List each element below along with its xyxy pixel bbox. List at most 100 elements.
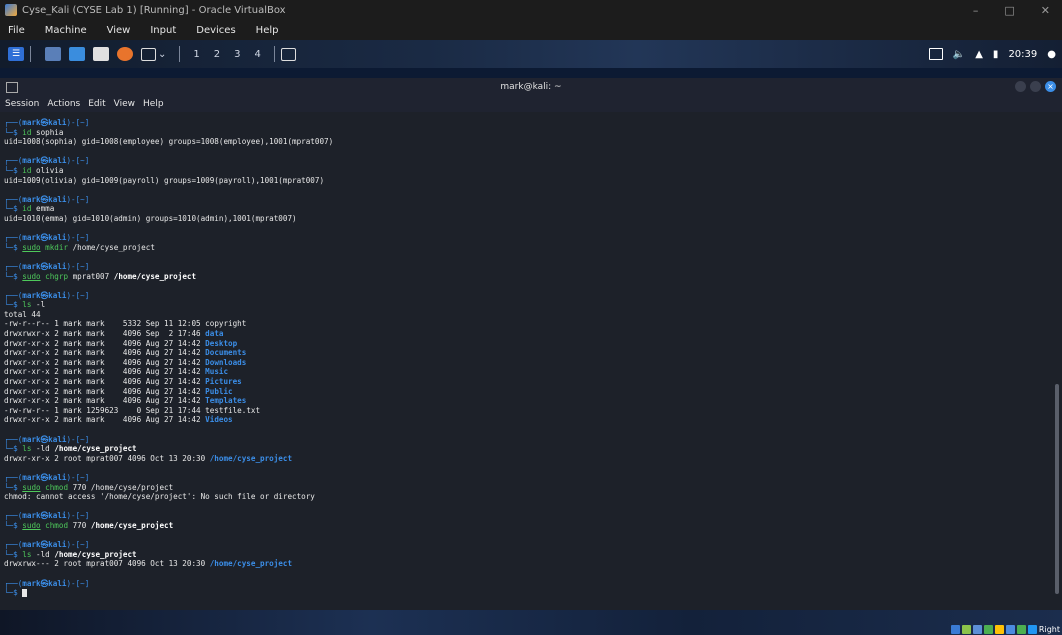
prompt-symbol: └─$ [4,588,23,598]
command-line: └─$ ls -ld /home/cyse_project [4,444,1052,454]
terminal-close-button[interactable]: × [1045,81,1056,92]
ls-name: /home/cyse_project [209,559,293,569]
file-manager-icon[interactable] [69,47,85,61]
prompt-user: mark㉿kali [22,233,67,243]
terminal-menu-actions[interactable]: Actions [47,99,80,109]
ls-meta: drwxr-xr-x 2 mark mark 4096 Aug 27 14:42 [4,396,206,406]
scrollbar-thumb[interactable] [1055,384,1059,594]
close-button[interactable]: ✕ [1041,4,1050,17]
lock-icon[interactable]: ● [1047,49,1056,60]
prompt-block: ┌──(mark㉿kali)-[~] └─$ [4,579,1052,598]
prompt-dir: )-[~] [66,261,90,271]
prompt-symbol: └─$ [4,242,23,252]
prompt-header: ┌──(mark㉿kali)-[~] [4,579,1052,589]
prompt-block: ┌──(mark㉿kali)-[~] └─$ ls -ld /home/cyse_… [4,540,1052,569]
prompt-symbol: └─$ [4,127,23,137]
notification-bell-icon[interactable]: ▲ [975,49,983,60]
terminal-launcher-icon[interactable] [141,47,156,61]
shared-folder-status-icon[interactable] [983,625,993,634]
command-args: 770 [68,520,91,530]
ls-row: -rw-r--r-- 1 mark mark 5332 Sep 11 12:05… [4,319,1052,329]
display-status-icon[interactable] [994,625,1004,634]
prompt-block: ┌──(mark㉿kali)-[~] └─$ sudo chgrp mprat00… [4,262,1052,281]
hdd-status-icon[interactable] [950,625,960,634]
prompt-header: ┌──(mark㉿kali)-[~] [4,511,1052,521]
prompt-user: mark㉿kali [22,434,67,444]
menu-devices[interactable]: Devices [196,25,235,36]
menu-input[interactable]: Input [150,25,176,36]
prompt-block: ┌──(mark㉿kali)-[~] └─$ id sophia uid=1008(… [4,118,1052,147]
prompt-header: ┌──(mark㉿kali)-[~] [4,118,1052,128]
error-output: chmod: cannot access '/home/cyse/project… [4,492,315,502]
prompt-block: ┌──(mark㉿kali)-[~] └─$ sudo chmod 770 /ho… [4,511,1052,530]
prompt-symbol: └─$ [4,482,23,492]
kali-menu-icon[interactable]: ☰ [8,47,24,61]
ls-name: Documents [205,348,247,358]
terminal-menu-session[interactable]: Session [5,99,39,109]
command-args: emma [31,204,55,214]
sudo-keyword: sudo [22,520,41,530]
workspace-1[interactable]: 1 [193,49,199,60]
clock[interactable]: 20:39 [1008,49,1037,60]
volume-icon[interactable]: 🔈 [953,49,965,60]
workspace-4[interactable]: 4 [255,49,261,60]
terminal-output[interactable]: ┌──(mark㉿kali)-[~] └─$ id sophia uid=1008(… [0,112,1052,610]
maximize-button[interactable]: □ [1004,4,1014,17]
ls-row: drwxr-xr-x 2 root mprat007 4096 Oct 13 2… [4,454,1052,464]
prompt-dir: )-[~] [66,194,90,204]
optical-status-icon[interactable] [961,625,971,634]
cursor [22,589,28,598]
ls-meta: drwxr-xr-x 2 mark mark 4096 Aug 27 14:42 [4,415,206,425]
command-name: chmod [40,520,69,530]
text-editor-icon[interactable] [93,47,109,61]
menu-machine[interactable]: Machine [45,25,87,36]
terminal-minimize-button[interactable] [1015,81,1026,92]
prompt-dir: )-[~] [66,290,90,300]
prompt-header: ┌──(mark㉿kali)-[~] [4,291,1052,301]
usb-status-icon[interactable] [972,625,982,634]
prompt-dir: )-[~] [66,156,90,166]
mouse-status-icon[interactable] [1027,625,1037,634]
prompt-block: ┌──(mark㉿kali)-[~] └─$ ls -l total 44 -rw-r… [4,291,1052,425]
terminal-menu-edit[interactable]: Edit [88,99,105,109]
workspace-3[interactable]: 3 [234,49,240,60]
ls-name: Templates [205,396,247,406]
prompt-dir: )-[~] [66,511,90,521]
terminal-menu-help[interactable]: Help [143,99,164,109]
ls-meta: drwxr-xr-x 2 mark mark 4096 Aug 27 14:42 [4,357,206,367]
prompt-user: mark㉿kali [22,472,67,482]
prompt-symbol: └─$ [4,204,23,214]
menu-help[interactable]: Help [256,25,279,36]
ls-name: data [205,329,224,339]
battery-icon[interactable]: ▮ [993,49,999,60]
prompt-symbol: └─$ [4,549,23,559]
ls-meta: drwxr-xr-x 2 mark mark 4096 Aug 27 14:42 [4,377,206,387]
terminal-menu-view[interactable]: View [114,99,135,109]
command-line: └─$ [4,588,1052,598]
prompt-symbol: └─$ [4,165,23,175]
recording-status-icon[interactable] [1016,625,1026,634]
prompt-symbol: └─$ [4,300,23,310]
terminal-task-icon[interactable] [280,47,296,61]
prompt-user: mark㉿kali [22,290,67,300]
command-args: -l [31,300,46,310]
command-name: chmod [40,482,69,492]
menu-view[interactable]: View [107,25,131,36]
prompt-dir: )-[~] [66,118,90,127]
kali-top-panel: ☰ ⌄ 1 2 3 4 🔈 ▲ ▮ 20:39 ● [0,40,1062,68]
chevron-down-icon[interactable]: ⌄ [158,49,166,60]
display-icon[interactable] [928,48,943,60]
prompt-header: ┌──(mark㉿kali)-[~] [4,435,1052,445]
show-desktop-icon[interactable] [45,47,61,61]
ls-name: /home/cyse_project [209,453,293,463]
window-title: Cyse_Kali (CYSE Lab 1) [Running] - Oracl… [22,4,286,16]
firefox-icon[interactable] [117,47,133,61]
terminal-maximize-button[interactable] [1030,81,1041,92]
minimize-button[interactable]: – [973,4,979,17]
ls-meta: -rw-r--r-- 1 mark mark 5332 Sep 11 12:05 [4,319,206,329]
network-status-icon[interactable] [1005,625,1015,634]
workspace-2[interactable]: 2 [214,49,220,60]
prompt-user: mark㉿kali [22,156,67,166]
menu-file[interactable]: File [8,25,25,36]
terminal-scrollbar[interactable] [1052,112,1062,610]
